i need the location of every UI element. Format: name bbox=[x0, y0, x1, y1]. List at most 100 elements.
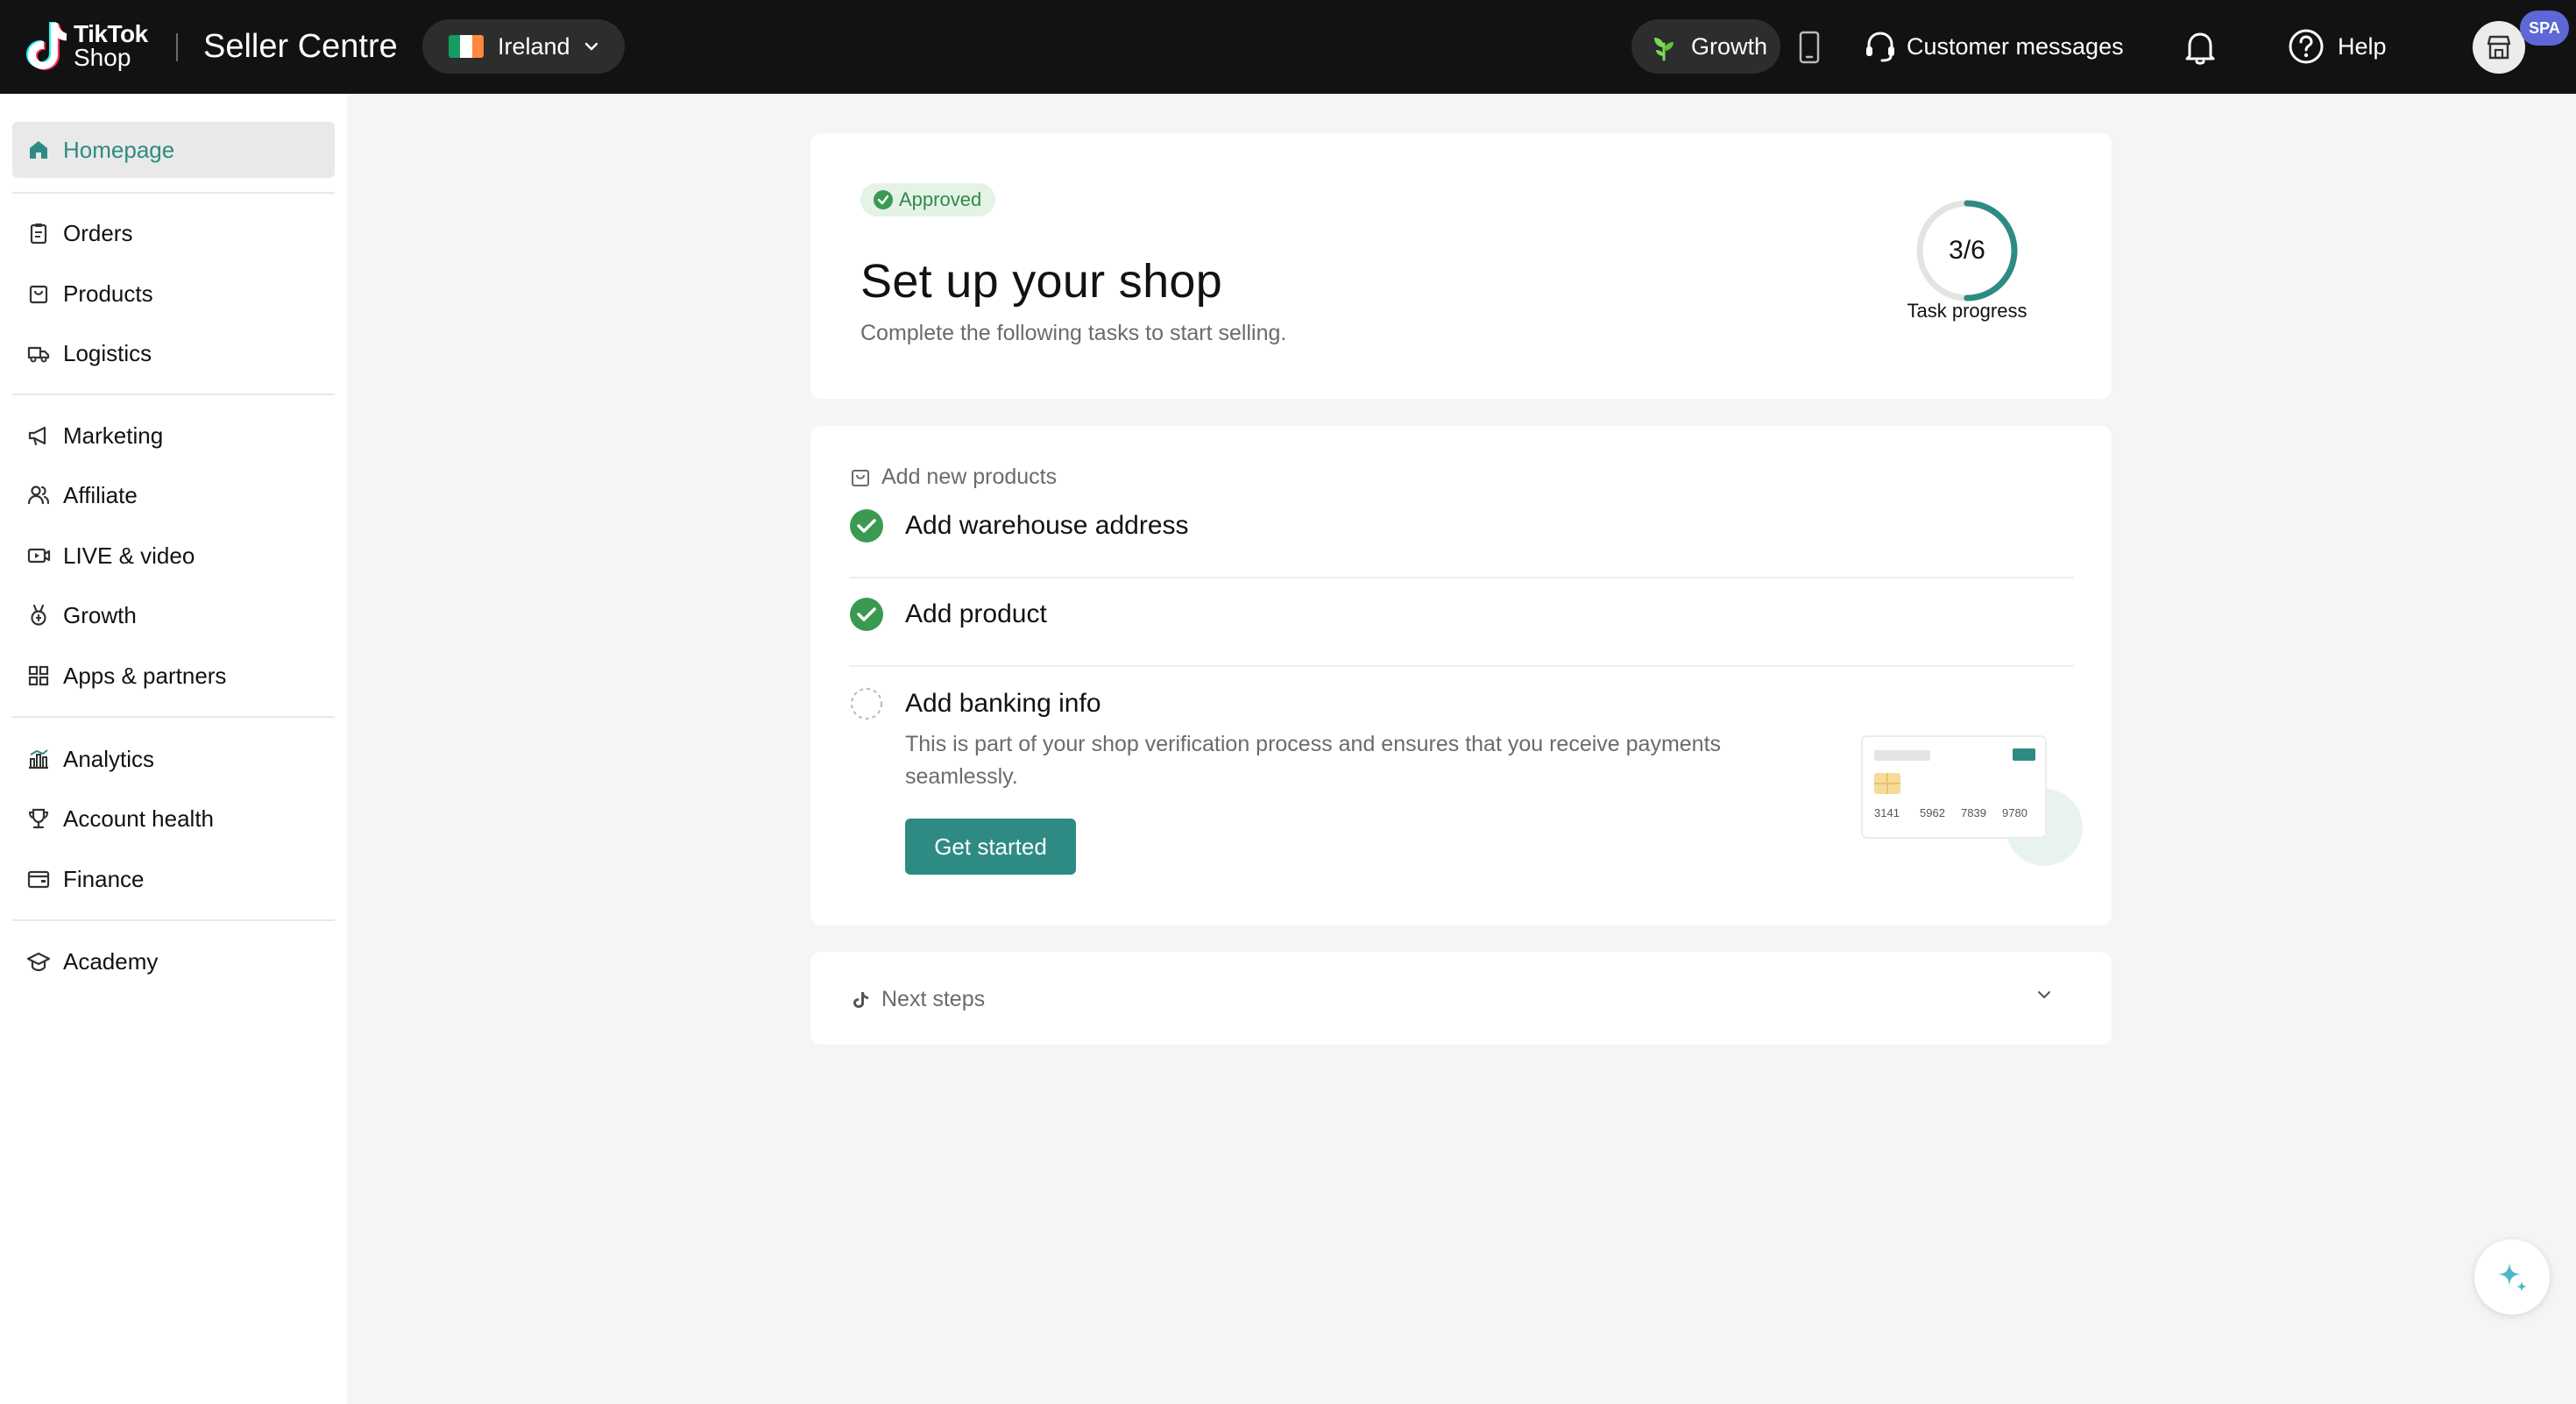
region-selector[interactable]: Ireland bbox=[422, 19, 625, 74]
card-number-4: 9780 bbox=[2002, 806, 2028, 819]
task-label: Add warehouse address bbox=[905, 511, 1189, 540]
bank-card-illustration: 3141 5962 7839 9780 bbox=[1861, 735, 2083, 866]
graduation-cap-icon bbox=[26, 952, 51, 972]
task-divider bbox=[849, 577, 2074, 578]
clipboard-icon bbox=[30, 223, 47, 245]
sidebar-item-homepage[interactable]: Homepage bbox=[12, 122, 335, 178]
megaphone-icon bbox=[28, 426, 46, 446]
sidebar-item-label: LIVE & video bbox=[63, 542, 195, 569]
growth-label: Growth bbox=[1691, 32, 1768, 60]
sidebar-item-growth[interactable]: Growth bbox=[12, 587, 335, 643]
status-badge: Approved bbox=[860, 183, 996, 216]
sidebar-item-label: Account health bbox=[63, 805, 215, 832]
app-title: Seller Centre bbox=[203, 28, 398, 65]
sidebar-item-finance[interactable]: Finance bbox=[12, 851, 335, 907]
bell-icon[interactable] bbox=[2182, 28, 2219, 67]
sidebar-divider bbox=[12, 716, 335, 718]
home-icon bbox=[30, 141, 47, 159]
sidebar-item-label: Marketing bbox=[63, 422, 164, 449]
section-title: Add new products bbox=[881, 464, 1058, 489]
sidebar-item-account-health[interactable]: Account health bbox=[12, 791, 335, 847]
sidebar-item-affiliate[interactable]: Affiliate bbox=[12, 467, 335, 523]
task-item-product[interactable]: Add product bbox=[849, 597, 1047, 632]
sidebar-item-label: Finance bbox=[63, 865, 145, 892]
tiktok-icon bbox=[853, 991, 868, 1008]
next-steps-header: Next steps bbox=[850, 987, 985, 1012]
help-button[interactable]: Help bbox=[2287, 26, 2387, 67]
trophy-icon bbox=[28, 808, 49, 829]
medal-icon bbox=[31, 604, 46, 626]
growth-button[interactable]: Growth bbox=[1631, 19, 1780, 74]
sidebar-item-analytics[interactable]: Analytics bbox=[12, 731, 335, 787]
sidebar-item-label: Analytics bbox=[63, 745, 155, 772]
task-item-warehouse[interactable]: Add warehouse address bbox=[849, 508, 1189, 543]
check-circle-icon bbox=[850, 598, 883, 631]
sidebar-item-orders[interactable]: Orders bbox=[12, 205, 335, 261]
task-progress-value: 3/6 bbox=[1949, 236, 1985, 265]
sidebar-item-marketing[interactable]: Marketing bbox=[12, 408, 335, 464]
region-label: Ireland bbox=[498, 32, 570, 60]
sidebar-item-apps-partners[interactable]: Apps & partners bbox=[12, 648, 335, 704]
shop-badge: SPA bbox=[2520, 11, 2569, 46]
sidebar-item-label: Academy bbox=[63, 947, 159, 975]
setup-card: Approved Set up your shop Complete the f… bbox=[810, 133, 2112, 399]
sidebar-item-academy[interactable]: Academy bbox=[12, 933, 335, 989]
next-steps-title: Next steps bbox=[881, 987, 986, 1011]
people-icon bbox=[27, 486, 50, 505]
shop-avatar[interactable] bbox=[2473, 21, 2525, 74]
task-label: Add banking info bbox=[905, 689, 1101, 718]
card-number-3: 7839 bbox=[1961, 806, 1986, 819]
sidebar-item-label: Affiliate bbox=[63, 481, 138, 508]
ireland-flag-icon bbox=[449, 35, 484, 58]
logo-line1: TikTok bbox=[74, 20, 148, 47]
card-number-1: 3141 bbox=[1874, 806, 1900, 819]
status-badge-label: Approved bbox=[899, 188, 982, 210]
customer-messages-button[interactable]: Customer messages bbox=[1863, 26, 2124, 67]
truck-icon bbox=[27, 346, 50, 363]
top-bar: TikTok Shop Seller Centre Ireland Growth bbox=[0, 0, 2576, 94]
tasks-card: Add new products Add warehouse address A… bbox=[810, 426, 2112, 925]
logo-line2: Shop bbox=[74, 44, 131, 71]
sidebar-item-label: Apps & partners bbox=[63, 662, 227, 689]
sparkle-icon bbox=[2498, 1263, 2527, 1292]
next-steps-card[interactable]: Next steps bbox=[810, 952, 2112, 1045]
sidebar-item-logistics[interactable]: Logistics bbox=[12, 325, 335, 381]
sidebar-item-label: Logistics bbox=[63, 339, 152, 366]
section-header: Add new products bbox=[850, 464, 1057, 490]
task-label: Add product bbox=[905, 599, 1047, 628]
check-circle-icon bbox=[850, 509, 883, 542]
apps-icon bbox=[28, 665, 49, 686]
help-label: Help bbox=[2338, 32, 2387, 60]
task-item-banking[interactable]: Add banking info bbox=[849, 686, 1101, 721]
check-circle-icon bbox=[874, 190, 893, 209]
video-icon bbox=[27, 548, 51, 564]
sidebar-item-live-video[interactable]: LIVE & video bbox=[12, 528, 335, 584]
header-divider bbox=[176, 33, 178, 61]
empty-circle-icon bbox=[851, 688, 882, 720]
sidebar-item-products[interactable]: Products bbox=[12, 266, 335, 322]
card-number-2: 5962 bbox=[1920, 806, 1945, 819]
task-description: This is part of your shop verification p… bbox=[905, 732, 1722, 789]
wallet-icon bbox=[27, 870, 50, 889]
sidebar-divider bbox=[12, 919, 335, 921]
tiktok-logo-icon bbox=[26, 22, 67, 70]
get-started-button[interactable]: Get started bbox=[905, 819, 1076, 875]
chevron-down-icon[interactable] bbox=[2035, 985, 2054, 1004]
bag-icon bbox=[852, 469, 869, 486]
chevron-down-icon bbox=[584, 42, 598, 51]
page-title: Set up your shop bbox=[860, 255, 1223, 308]
sidebar-item-label: Growth bbox=[63, 601, 137, 628]
help-circle-icon bbox=[2289, 29, 2324, 64]
sidebar-divider bbox=[12, 394, 335, 395]
sidebar-item-label: Orders bbox=[63, 219, 133, 246]
sidebar-item-label: Homepage bbox=[63, 136, 175, 163]
headset-icon bbox=[1866, 32, 1894, 62]
sidebar-divider bbox=[12, 192, 335, 194]
tiktok-shop-logo[interactable]: TikTok Shop bbox=[25, 19, 148, 72]
bag-icon bbox=[29, 285, 48, 304]
customer-messages-label: Customer messages bbox=[1907, 32, 2124, 60]
task-divider bbox=[849, 665, 2074, 667]
sidebar-item-label: Products bbox=[63, 280, 153, 307]
ai-assistant-button[interactable] bbox=[2474, 1239, 2550, 1315]
mobile-phone-icon[interactable] bbox=[1796, 30, 1822, 65]
